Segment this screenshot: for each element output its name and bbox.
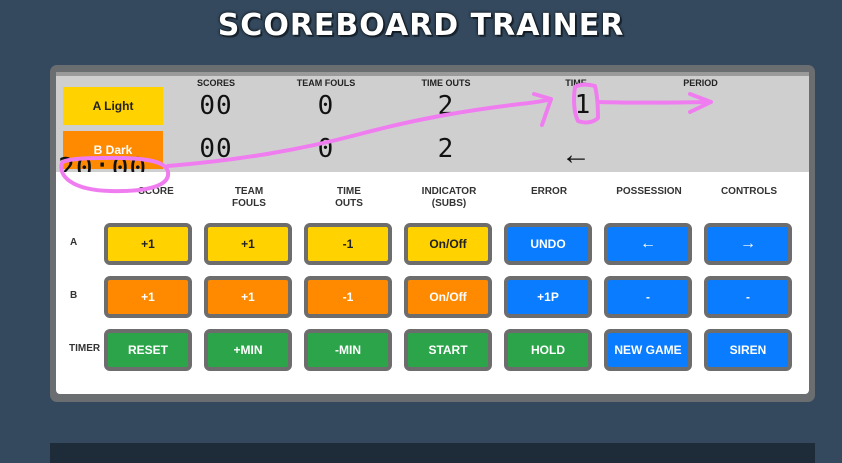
header-time-outs: TIME OUTS: [421, 78, 471, 88]
start-button[interactable]: START: [404, 329, 492, 371]
team-a-timeouts: 2: [437, 91, 455, 121]
team-a-indicator-toggle-button[interactable]: On/Off: [404, 223, 492, 265]
col-header-error: ERROR: [530, 186, 568, 197]
col-header-time-outs: TIME OUTS: [335, 186, 363, 209]
row-label-b: B: [70, 290, 78, 301]
row-label-timer: TIMER: [69, 343, 101, 354]
team-a-timeout-minus-button[interactable]: -1: [304, 223, 392, 265]
period-plus-button[interactable]: +1P: [504, 276, 592, 318]
possession-b-button[interactable]: -: [604, 276, 692, 318]
header-time: TIME: [565, 78, 587, 88]
plus-min-button[interactable]: +MIN: [204, 329, 292, 371]
scoreboard-panel: SCORES TEAM FOULS TIME OUTS TIME PERIOD …: [50, 65, 815, 402]
team-b-foul-plus-button[interactable]: +1: [204, 276, 292, 318]
col-header-score: SCORE: [138, 186, 174, 197]
new-game-button[interactable]: NEW GAME: [604, 329, 692, 371]
hold-button[interactable]: HOLD: [504, 329, 592, 371]
team-a-label: A Light: [63, 87, 163, 125]
team-b-timeouts: 2: [437, 134, 455, 164]
team-b-score: 00: [199, 134, 233, 164]
undo-button[interactable]: UNDO: [504, 223, 592, 265]
period-value: 1: [574, 90, 592, 120]
page-title: SCOREBOARD TRAINER: [217, 8, 625, 43]
team-a-score: 00: [199, 91, 233, 121]
controls-b-button[interactable]: -: [704, 276, 792, 318]
possession-arrow-icon: ←: [561, 138, 591, 171]
team-a-score-plus-button[interactable]: +1: [104, 223, 192, 265]
team-b-timeout-minus-button[interactable]: -1: [304, 276, 392, 318]
col-header-controls: CONTROLS: [720, 186, 778, 197]
row-label-a: A: [70, 237, 78, 248]
possession-right-button[interactable]: →: [704, 223, 792, 265]
team-a-foul-plus-button[interactable]: +1: [204, 223, 292, 265]
header-period: PERIOD: [683, 78, 718, 88]
col-header-team-fouls: TEAM FOULS: [232, 186, 266, 209]
minus-min-button[interactable]: -MIN: [304, 329, 392, 371]
header-scores: SCORES: [196, 78, 235, 88]
team-b-indicator-toggle-button[interactable]: On/Off: [404, 276, 492, 318]
team-a-fouls: 0: [317, 91, 335, 121]
team-b-score-plus-button[interactable]: +1: [104, 276, 192, 318]
siren-button[interactable]: SIREN: [704, 329, 792, 371]
col-header-indicator: INDICATOR (SUBS): [421, 186, 477, 209]
controls-panel: SCORE TEAM FOULS TIME OUTS INDICATOR (SU…: [56, 172, 809, 394]
reset-button[interactable]: RESET: [104, 329, 192, 371]
header-team-fouls: TEAM FOULS: [296, 78, 356, 88]
scoreboard-display: SCORES TEAM FOULS TIME OUTS TIME PERIOD …: [56, 72, 809, 176]
col-header-possession: POSSESSION: [616, 186, 682, 197]
footer-bar: [50, 443, 815, 463]
team-b-fouls: 0: [317, 134, 335, 164]
possession-left-button[interactable]: ←: [604, 223, 692, 265]
